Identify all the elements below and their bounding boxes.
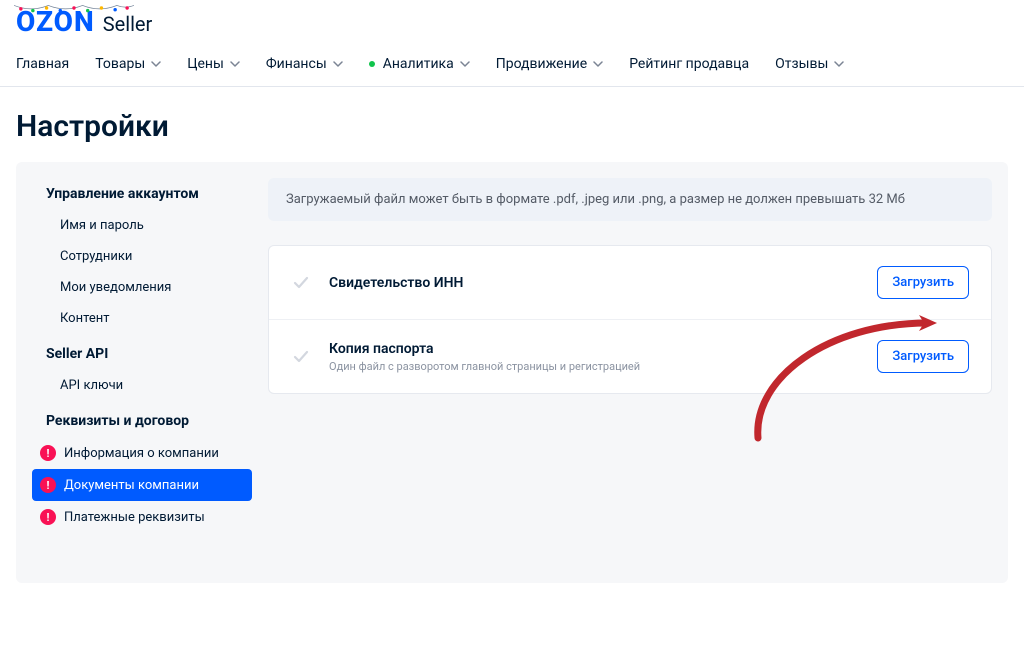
logo-suffix: Seller <box>103 12 153 36</box>
nav-item-5[interactable]: Продвижение <box>496 42 603 86</box>
alert-badge-icon: ! <box>40 509 56 525</box>
sidebar-item-label: Документы компании <box>64 478 199 493</box>
nav-item-label: Продвижение <box>496 56 587 72</box>
sidebar-group-title: Управление аккаунтом <box>32 178 252 210</box>
settings-sidebar: Управление аккаунтом Имя и пароль Сотрудни… <box>32 178 252 537</box>
nav-item-3[interactable]: Финансы <box>266 42 343 86</box>
sidebar-item-label: Мои уведомления <box>60 280 171 295</box>
chevron-down-icon <box>834 59 844 69</box>
document-title: Копия паспорта <box>329 341 859 357</box>
nav-item-4[interactable]: Аналитика <box>369 42 470 86</box>
upload-info-banner: Загружаемый файл может быть в формате .p… <box>268 178 992 221</box>
sidebar-item[interactable]: Контент <box>32 303 252 334</box>
sidebar-item-label: Сотрудники <box>60 249 132 264</box>
upload-button[interactable]: Загрузить <box>877 266 969 299</box>
chevron-down-icon <box>230 59 240 69</box>
sidebar-item[interactable]: Мои уведомления <box>32 272 252 303</box>
check-icon <box>291 273 311 293</box>
sidebar-item[interactable]: Сотрудники <box>32 241 252 272</box>
sidebar-item-label: Платежные реквизиты <box>64 510 205 525</box>
nav-item-2[interactable]: Цены <box>187 42 240 86</box>
document-text: Копия паспорта Один файл с разворотом гла… <box>329 341 859 373</box>
sidebar-item-label: Информация о компании <box>64 446 219 461</box>
chevron-down-icon <box>151 59 161 69</box>
chevron-down-icon <box>333 59 343 69</box>
nav-item-7[interactable]: Отзывы <box>775 42 844 86</box>
document-row: Свидетельство ИНН Загрузить <box>269 246 991 319</box>
document-text: Свидетельство ИНН <box>329 275 859 291</box>
page-title: Настройки <box>0 87 1024 162</box>
sidebar-group-title: Seller API <box>32 338 252 370</box>
logo[interactable]: OZON Seller <box>16 8 1008 36</box>
document-subtitle: Один файл с разворотом главной страницы … <box>329 360 859 373</box>
document-title: Свидетельство ИНН <box>329 275 859 291</box>
sidebar-item[interactable]: ! Документы компании <box>32 469 252 501</box>
sidebar-item[interactable]: API ключи <box>32 370 252 401</box>
top-nav: Главная Товары Цены Финансы Аналитика Продвиж… <box>0 42 1024 87</box>
nav-item-label: Финансы <box>266 56 327 72</box>
chevron-down-icon <box>593 59 603 69</box>
main-panel: Загружаемый файл может быть в формате .p… <box>268 178 992 537</box>
alert-badge-icon: ! <box>40 477 56 493</box>
sidebar-item[interactable]: Имя и пароль <box>32 210 252 241</box>
nav-item-label: Отзывы <box>775 56 828 72</box>
check-icon <box>291 347 311 367</box>
sidebar-item[interactable]: ! Платежные реквизиты <box>32 501 252 533</box>
nav-item-label: Цены <box>187 56 224 72</box>
sidebar-item-label: Контент <box>60 311 109 326</box>
nav-item-label: Аналитика <box>383 56 454 72</box>
nav-item-1[interactable]: Товары <box>95 42 161 86</box>
upload-button[interactable]: Загрузить <box>877 340 969 373</box>
nav-item-label: Рейтинг продавца <box>629 56 749 72</box>
chevron-down-icon <box>460 59 470 69</box>
alert-badge-icon: ! <box>40 445 56 461</box>
sidebar-item-label: API ключи <box>60 378 123 393</box>
garland-decoration <box>14 2 134 14</box>
sidebar-group-title: Реквизиты и договор <box>32 405 252 437</box>
sidebar-item-label: Имя и пароль <box>60 218 144 233</box>
header: OZON Seller <box>0 0 1024 42</box>
nav-item-label: Товары <box>95 56 145 72</box>
sidebar-item[interactable]: ! Информация о компании <box>32 437 252 469</box>
document-row: Копия паспорта Один файл с разворотом гла… <box>269 319 991 393</box>
nav-item-label: Главная <box>16 56 69 72</box>
nav-item-6[interactable]: Рейтинг продавца <box>629 42 749 86</box>
nav-item-0[interactable]: Главная <box>16 42 69 86</box>
documents-card: Свидетельство ИНН Загрузить Копия паспорта… <box>268 245 992 394</box>
content-panel: Управление аккаунтом Имя и пароль Сотрудни… <box>16 162 1008 583</box>
